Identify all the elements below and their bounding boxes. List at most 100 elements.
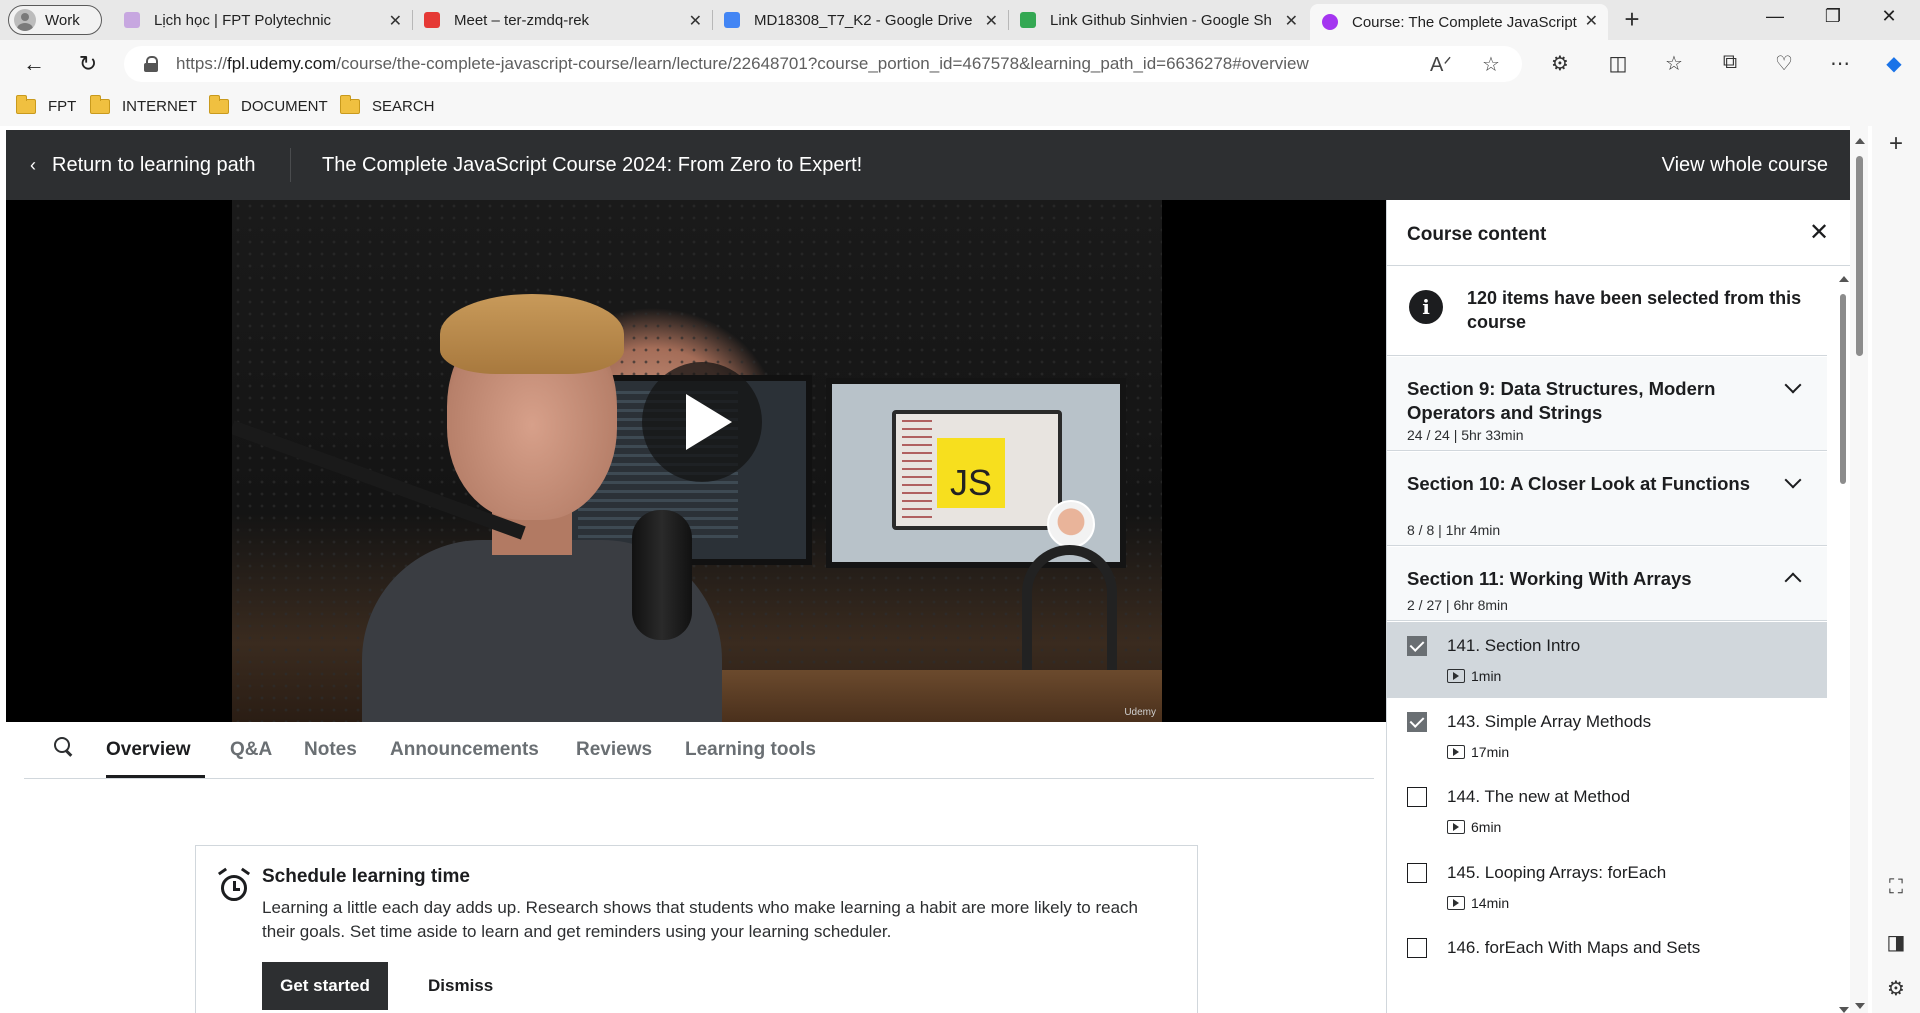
tab-close-icon[interactable]: ✕ (985, 11, 998, 31)
favorite-star-icon[interactable]: ☆ (1482, 52, 1500, 77)
maximize-icon[interactable]: ❐ (1810, 6, 1856, 27)
scroll-down-arrow-icon[interactable] (1855, 1003, 1865, 1009)
header-divider (290, 148, 291, 182)
more-menu-icon[interactable]: ⋯ (1826, 51, 1854, 76)
new-tab-plus-icon[interactable]: + (1616, 4, 1648, 35)
section-11[interactable]: Section 11: Working With Arrays 2 / 27 |… (1387, 547, 1827, 621)
view-whole-course-link[interactable]: View whole course (1662, 154, 1828, 177)
course-title: The Complete JavaScript Course 2024: Fro… (322, 154, 863, 176)
lock-icon (144, 56, 158, 72)
tab-close-icon[interactable]: ✕ (689, 11, 702, 31)
search-icon[interactable] (54, 737, 74, 757)
section-meta: 24 / 24 | 5hr 33min (1407, 427, 1524, 443)
refresh-icon[interactable]: ↻ (72, 48, 104, 80)
js-logo: JS (937, 438, 1005, 508)
section-title: Section 9: Data Structures, Modern Opera… (1407, 378, 1716, 423)
bookmark-search[interactable]: SEARCH (340, 95, 435, 115)
dismiss-button[interactable]: Dismiss (428, 976, 493, 996)
sidebar-toggle-icon[interactable]: ◨ (1872, 930, 1920, 955)
minimize-icon[interactable]: — (1752, 6, 1798, 27)
folder-icon (340, 95, 360, 114)
split-screen-icon[interactable]: ◫ (1604, 51, 1632, 76)
return-to-learning-path-link[interactable]: ‹ Return to learning path (30, 154, 255, 177)
video-player[interactable]: JS Udemy (6, 200, 1386, 722)
section-10[interactable]: Section 10: A Closer Look at Functions 8… (1387, 452, 1827, 546)
lecture-checkbox[interactable] (1407, 787, 1427, 807)
scrollbar-thumb[interactable] (1856, 156, 1863, 356)
meet-favicon-icon (424, 12, 440, 28)
scroll-up-arrow-icon[interactable] (1855, 138, 1865, 144)
sidebar-scrollbar[interactable] (1835, 266, 1850, 1013)
play-button-icon[interactable] (642, 362, 762, 482)
browser-essentials-icon[interactable]: ♡ (1770, 51, 1798, 76)
settings-gear-icon[interactable]: ⚙ (1872, 976, 1920, 1001)
lecture-checkbox[interactable] (1407, 938, 1427, 958)
schedule-learning-card: Schedule learning time Learning a little… (195, 845, 1198, 1013)
extensions-icon[interactable]: ⚙ (1546, 51, 1574, 76)
sheets-favicon-icon (1020, 12, 1036, 28)
folder-icon (209, 95, 229, 114)
collections-icon[interactable]: ⧉ (1716, 51, 1744, 74)
video-presenter (322, 270, 742, 722)
lecture-item[interactable]: 141. Section Intro 1min (1387, 622, 1827, 698)
bookmark-document[interactable]: DOCUMENT (209, 95, 328, 115)
scroll-down-arrow-icon[interactable] (1839, 1007, 1849, 1013)
browser-tab-sheets[interactable]: Link Github Sinhvien - Google Sh ✕ (1008, 4, 1308, 36)
lecture-checkbox[interactable] (1407, 712, 1427, 732)
address-bar-row: ← ↻ https://fpl.udemy.com/course/the-com… (0, 40, 1920, 88)
sidebar-scroll-area[interactable]: i 120 items have been selected from this… (1387, 266, 1827, 1013)
tab-overview[interactable]: Overview (106, 739, 191, 761)
udemy-favicon-icon (1322, 14, 1338, 30)
bookmarks-bar: FPT INTERNET DOCUMENT SEARCH (0, 88, 1920, 126)
bookmark-internet[interactable]: INTERNET (90, 95, 197, 115)
screenshot-icon[interactable]: ⛶ (1872, 876, 1920, 899)
scroll-up-arrow-icon[interactable] (1839, 276, 1849, 282)
tab-qa[interactable]: Q&A (230, 739, 272, 761)
lecture-title: 144. The new at Method (1447, 787, 1631, 806)
tab-notes[interactable]: Notes (304, 739, 357, 761)
lecture-item[interactable]: 146. forEach With Maps and Sets (1387, 924, 1827, 1000)
back-arrow-icon[interactable]: ← (18, 48, 50, 80)
add-sidebar-plus-icon[interactable]: + (1872, 130, 1920, 158)
tab-close-icon[interactable]: ✕ (1285, 11, 1298, 31)
section-title: Section 10: A Closer Look at Functions (1407, 473, 1750, 494)
tab-learning-tools[interactable]: Learning tools (685, 739, 816, 761)
window-close-icon[interactable]: ✕ (1866, 6, 1912, 27)
section-meta: 2 / 27 | 6hr 8min (1407, 597, 1508, 613)
tab-announcements[interactable]: Announcements (390, 739, 539, 761)
close-sidebar-icon[interactable]: ✕ (1809, 218, 1829, 247)
get-started-button[interactable]: Get started (262, 962, 388, 1010)
tab-title: Meet – ter-zmdq-rek (454, 11, 590, 29)
section-title: Section 11: Working With Arrays (1407, 568, 1692, 589)
browser-tab-lich-hoc[interactable]: Lịch học | FPT Polytechnic ✕ (112, 4, 412, 36)
lecture-checkbox[interactable] (1407, 636, 1427, 656)
lecture-checkbox[interactable] (1407, 863, 1427, 883)
lecture-duration: 14min (1447, 895, 1509, 911)
browser-tab-udemy[interactable]: Course: The Complete JavaScript ✕ (1310, 4, 1608, 40)
read-aloud-icon[interactable]: Aᐟ (1430, 52, 1452, 77)
tab-reviews[interactable]: Reviews (576, 739, 652, 761)
tab-close-icon[interactable]: ✕ (1585, 11, 1598, 31)
folder-icon (16, 95, 36, 114)
favorites-icon[interactable]: ☆ (1660, 51, 1688, 76)
tab-close-icon[interactable]: ✕ (389, 11, 402, 31)
scrollbar-thumb[interactable] (1840, 294, 1846, 484)
section-9[interactable]: Section 9: Data Structures, Modern Opera… (1387, 357, 1827, 451)
copilot-icon[interactable]: ◆ (1880, 51, 1908, 76)
lecture-item[interactable]: 143. Simple Array Methods 17min (1387, 698, 1827, 774)
selection-notice: i 120 items have been selected from this… (1387, 266, 1827, 356)
chevron-down-icon (1784, 471, 1802, 489)
browser-tab-drive[interactable]: MD18308_T7_K2 - Google Drive ✕ (712, 4, 1008, 36)
url-field[interactable]: https://fpl.udemy.com/course/the-complet… (124, 46, 1522, 82)
lecture-item[interactable]: 145. Looping Arrays: forEach 14min (1387, 849, 1827, 925)
video-desk (712, 670, 1162, 722)
bookmark-fpt[interactable]: FPT (16, 95, 76, 115)
section-meta: 8 / 8 | 1hr 4min (1407, 522, 1501, 538)
page-scrollbar[interactable] (1850, 126, 1868, 1013)
udemy-page: ‹ Return to learning path The Complete J… (6, 130, 1850, 1013)
profile-button[interactable]: Work (8, 5, 102, 35)
tab-title: MD18308_T7_K2 - Google Drive (754, 11, 973, 29)
lecture-item[interactable]: 144. The new at Method 6min (1387, 773, 1827, 849)
lecture-duration: 17min (1447, 744, 1509, 760)
browser-tab-meet[interactable]: Meet – ter-zmdq-rek ✕ (412, 4, 712, 36)
